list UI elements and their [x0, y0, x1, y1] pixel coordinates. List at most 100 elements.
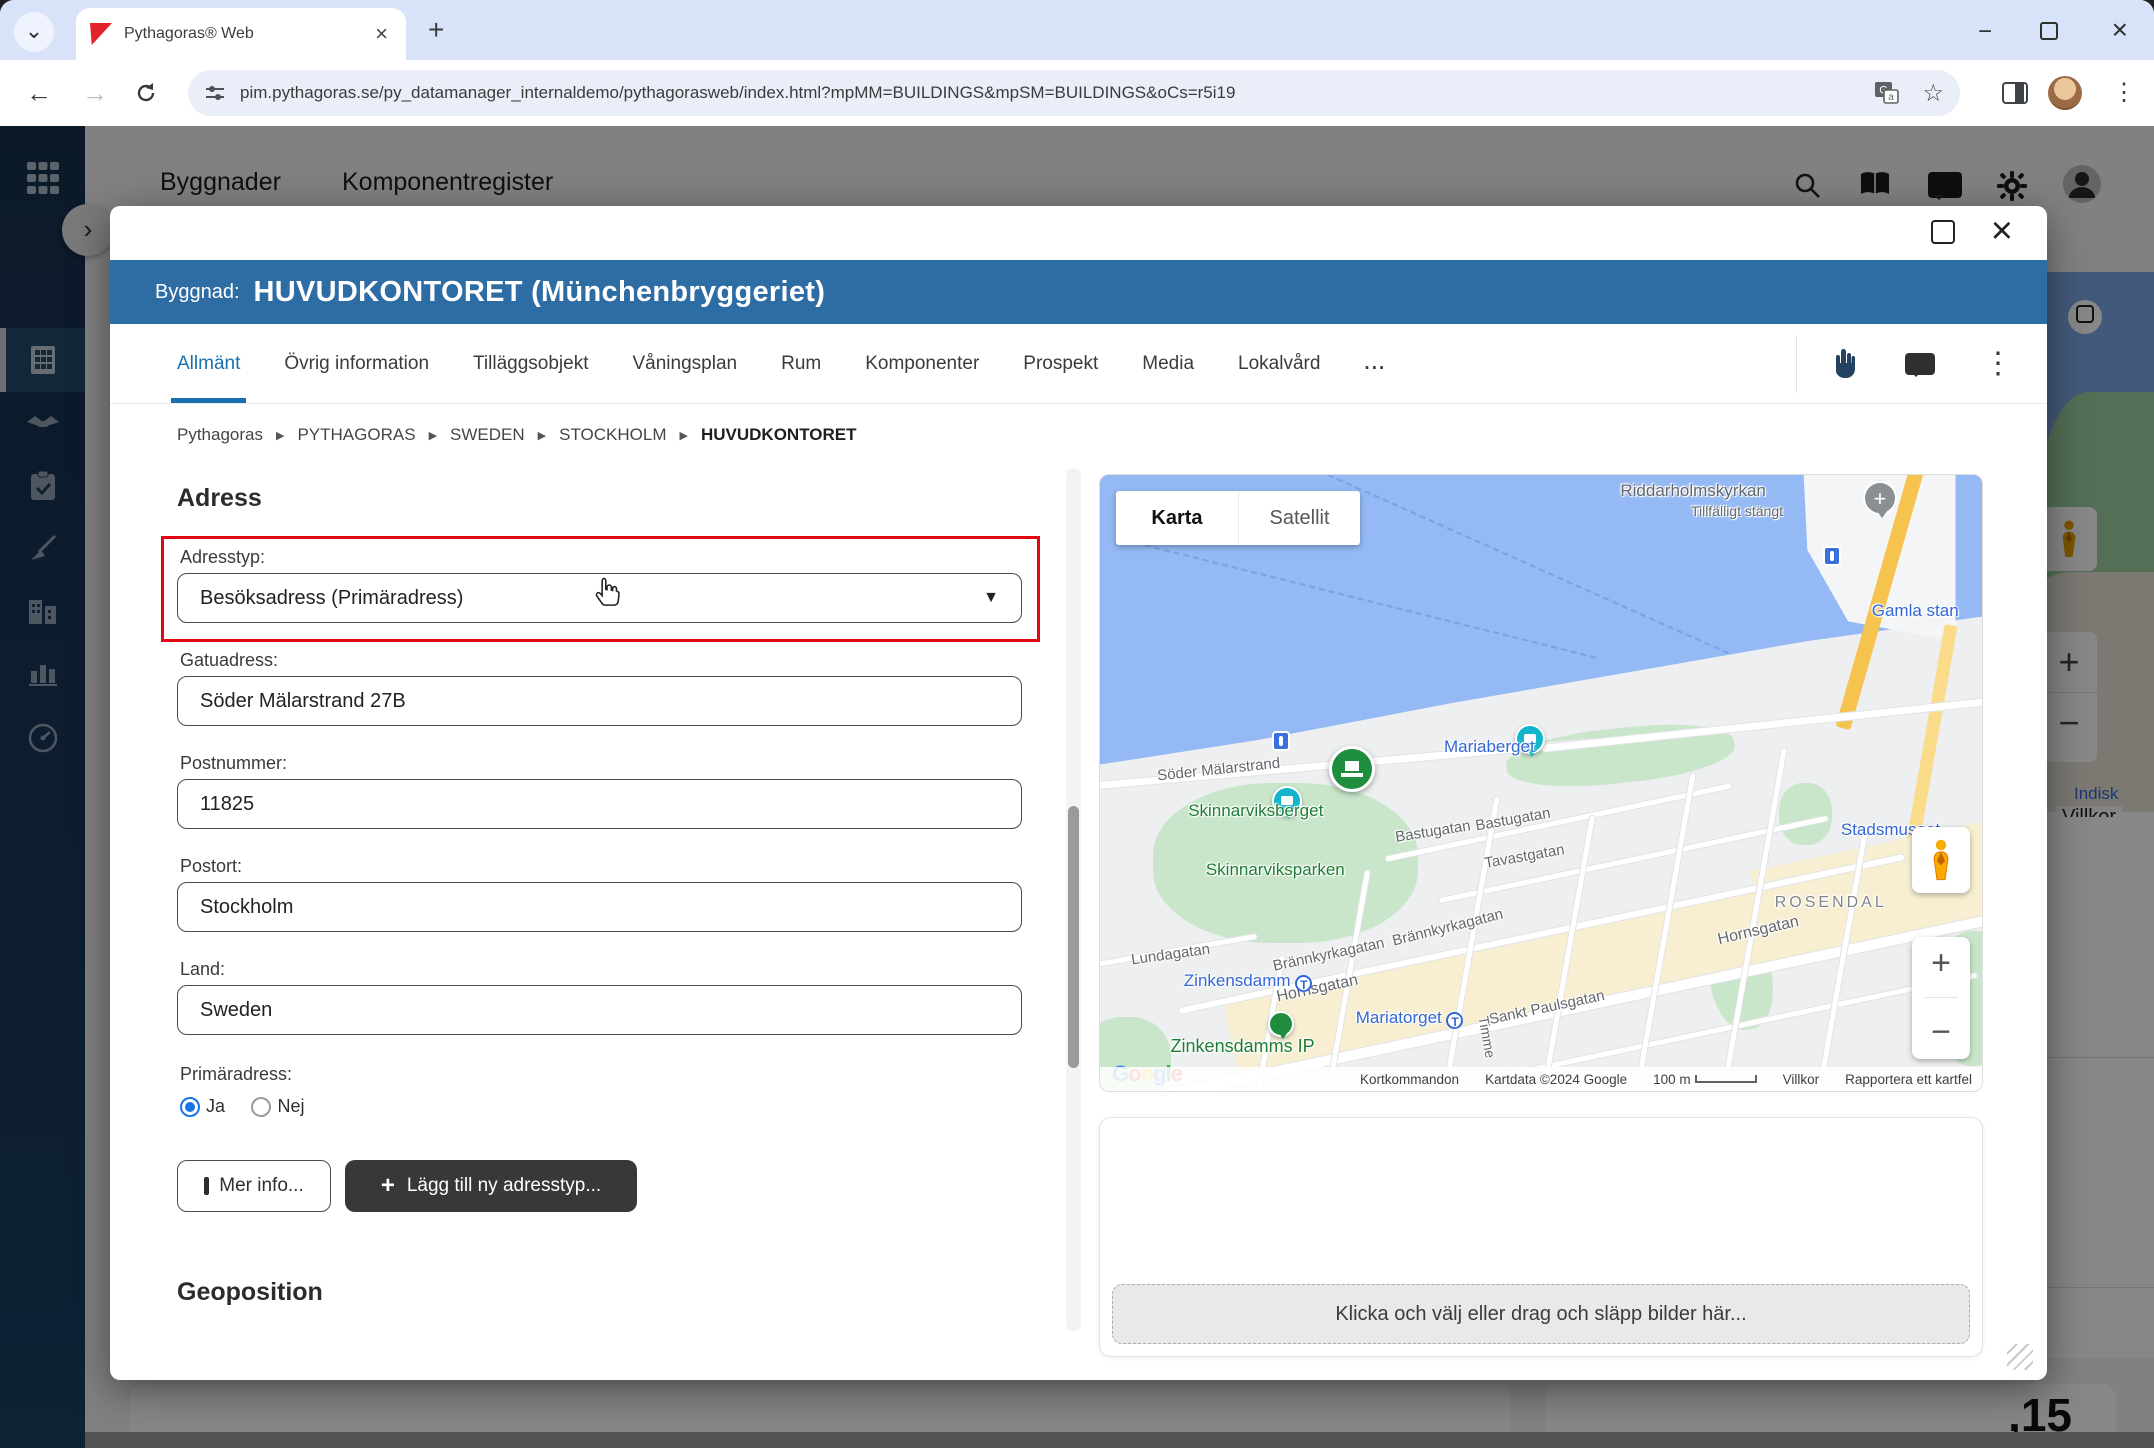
info-bar-icon — [204, 1177, 209, 1195]
dialog-tabbar: Allmänt Övrig information Tilläggsobjekt… — [110, 324, 2047, 404]
tab-search-chevron-icon[interactable]: ⌄ — [14, 12, 54, 52]
browser-tabstrip: ⌄ Pythagoras® Web × + − × — [0, 0, 2154, 60]
url-text[interactable]: pim.pythagoras.se/py_datamanager_interna… — [240, 83, 1874, 103]
window-minimize-button[interactable]: − — [1978, 18, 1992, 46]
map-zoom-control: + − — [1912, 937, 1970, 1059]
map-toggle-satellit[interactable]: Satellit — [1238, 491, 1360, 545]
breadcrumb-item[interactable]: STOCKHOLM — [559, 425, 666, 445]
breadcrumb-current: HUVUDKONTORET — [701, 425, 857, 445]
tab-overflow[interactable]: ... — [1364, 324, 1386, 403]
tab-komponenter[interactable]: Komponenter — [865, 324, 979, 403]
adresstyp-label: Adresstyp: — [180, 547, 265, 568]
breadcrumb-sep-icon: ▶ — [680, 429, 688, 442]
gatuadress-input[interactable]: Söder Mälarstrand 27B — [177, 676, 1022, 726]
side-panel-icon[interactable] — [2002, 82, 2028, 104]
land-input[interactable]: Sweden — [177, 985, 1022, 1035]
postort-value: Stockholm — [200, 896, 293, 919]
add-addresstype-button[interactable]: + Lägg till ny adresstyp... — [345, 1160, 637, 1212]
radio-nej[interactable] — [251, 1097, 271, 1117]
sports-field-pin[interactable] — [1268, 1011, 1294, 1037]
tab-media[interactable]: Media — [1142, 324, 1194, 403]
tab-tillaggsobjekt[interactable]: Tilläggsobjekt — [473, 324, 588, 403]
radio-ja-label[interactable]: Ja — [206, 1096, 225, 1116]
tab-close-icon[interactable]: × — [371, 21, 392, 47]
gatuadress-value: Söder Mälarstrand 27B — [200, 690, 406, 713]
add-addresstype-label: Lägg till ny adresstyp... — [407, 1175, 601, 1197]
dialog-resize-grip[interactable] — [2007, 1344, 2033, 1370]
tab-allmant[interactable]: Allmänt — [177, 324, 240, 403]
primaradress-label: Primäradress: — [180, 1064, 292, 1085]
pegman-control[interactable] — [1912, 827, 1970, 893]
tab-rum[interactable]: Rum — [781, 324, 821, 403]
browser-toolbar: ← → pim.pythagoras.se/py_datamanager_int… — [0, 60, 2154, 126]
postnummer-input[interactable]: 11825 — [177, 779, 1022, 829]
postnummer-label: Postnummer: — [180, 753, 287, 774]
back-button[interactable]: ← — [26, 78, 52, 109]
forward-button[interactable]: → — [82, 78, 108, 109]
map[interactable]: + Riddarholmskyrkan Tillfälligt stängt G… — [1099, 474, 1983, 1092]
translate-icon[interactable]: Ga — [1874, 81, 1900, 105]
breadcrumb-item[interactable]: SWEDEN — [450, 425, 525, 445]
site-info-icon[interactable] — [204, 83, 226, 103]
new-tab-button[interactable]: + — [428, 14, 444, 46]
dialog-toolbar: ⋮ — [1796, 335, 2013, 393]
form-scrollbar[interactable] — [1066, 468, 1081, 1332]
map-label: Skinnarviksparken — [1206, 860, 1345, 880]
map-label: Zinkensdamms IP — [1171, 1036, 1315, 1057]
comments-icon[interactable] — [1905, 353, 1935, 375]
url-bar[interactable]: pim.pythagoras.se/py_datamanager_interna… — [188, 70, 1960, 116]
browser-profile-avatar[interactable] — [2048, 76, 2082, 110]
radio-ja[interactable] — [180, 1097, 200, 1117]
church-marker-icon[interactable]: + — [1863, 481, 1897, 515]
map-attribution: Kortkommandon Kartdata ©2024 Google 100 … — [1100, 1067, 1982, 1091]
dialog-menu-icon[interactable]: ⋮ — [1983, 346, 2013, 381]
mer-info-button[interactable]: Mer info... — [177, 1160, 331, 1212]
ferry-terminal-icon — [1272, 731, 1290, 751]
transit-icon: T — [1446, 1012, 1463, 1029]
tab-lokalvard[interactable]: Lokalvård — [1238, 324, 1320, 403]
breadcrumb: Pythagoras ▶ PYTHAGORAS ▶ SWEDEN ▶ STOCK… — [177, 425, 857, 445]
rapportera-link[interactable]: Rapportera ett kartfel — [1845, 1072, 1972, 1087]
dialog-maximize-button[interactable] — [1931, 220, 1955, 244]
breadcrumb-item[interactable]: Pythagoras — [177, 425, 263, 445]
ferry-terminal-icon — [1823, 546, 1841, 566]
browser-menu-icon[interactable]: ⋮ — [2112, 78, 2136, 107]
image-dropzone[interactable]: Klicka och välj eller drag och släpp bil… — [1112, 1284, 1970, 1344]
tab-title: Pythagoras® Web — [124, 25, 371, 43]
plus-icon: + — [381, 1172, 395, 1200]
map-park — [1779, 783, 1832, 845]
kortkommandon-link[interactable]: Kortkommandon — [1360, 1072, 1459, 1087]
tab-ovrig-information[interactable]: Övrig information — [284, 324, 429, 403]
breadcrumb-item[interactable]: PYTHAGORAS — [297, 425, 415, 445]
window-maximize-button[interactable] — [2040, 22, 2058, 40]
reload-icon[interactable] — [134, 81, 158, 105]
dialog-title: HUVUDKONTORET (Münchenbryggeriet) — [254, 276, 826, 309]
postort-input[interactable]: Stockholm — [177, 882, 1022, 932]
window-close-button[interactable]: × — [2112, 14, 2128, 46]
radio-nej-label[interactable]: Nej — [277, 1096, 304, 1116]
tab-vaningsplan[interactable]: Våningsplan — [633, 324, 738, 403]
villkor-link[interactable]: Villkor — [1783, 1072, 1820, 1087]
breadcrumb-sep-icon: ▶ — [538, 429, 546, 442]
zoom-out-button[interactable]: − — [1931, 1013, 1951, 1052]
transit-icon: T — [1295, 975, 1312, 992]
map-toggle-karta[interactable]: Karta — [1116, 491, 1238, 545]
mouse-cursor-hand — [592, 576, 622, 610]
grab-hand-icon[interactable] — [1831, 347, 1857, 381]
dialog-close-button[interactable]: × — [1991, 210, 2013, 253]
land-value: Sweden — [200, 999, 272, 1022]
breadcrumb-sep-icon: ▶ — [276, 429, 284, 442]
images-card: Klicka och välj eller drag och släpp bil… — [1099, 1117, 1983, 1357]
map-label: Mariatorget T — [1356, 1008, 1464, 1029]
browser-tab[interactable]: Pythagoras® Web × — [76, 8, 406, 60]
zoom-in-button[interactable]: + — [1931, 944, 1951, 983]
map-label: Mariaberget — [1444, 737, 1535, 757]
pythagoras-favicon-icon — [90, 23, 112, 45]
map-label: Zinkensdamm T — [1184, 971, 1313, 992]
dialog-type-label: Byggnad: — [155, 281, 240, 304]
form-scrollbar-thumb[interactable] — [1068, 806, 1079, 1068]
tab-prospekt[interactable]: Prospekt — [1023, 324, 1098, 403]
bookmark-star-icon[interactable]: ☆ — [1922, 79, 1944, 108]
land-label: Land: — [180, 959, 225, 980]
adresstyp-value: Besöksadress (Primäradress) — [200, 587, 463, 610]
